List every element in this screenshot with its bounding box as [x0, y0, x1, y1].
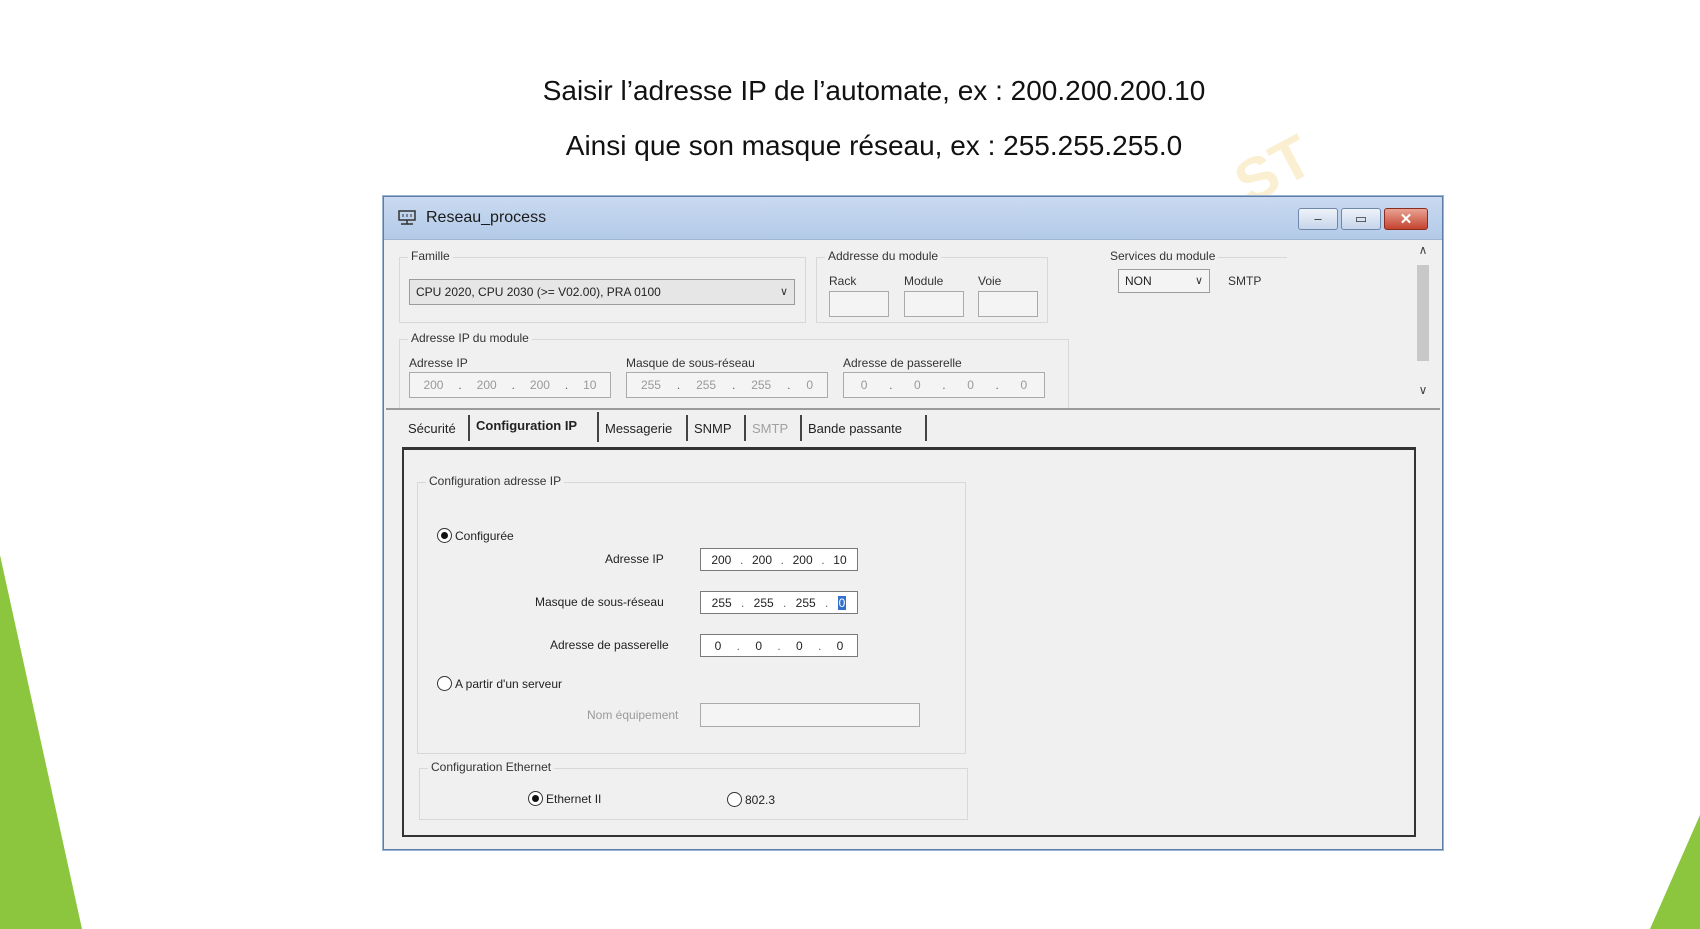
- services-select[interactable]: NON ∨: [1118, 269, 1210, 293]
- close-button[interactable]: ✕: [1384, 208, 1428, 230]
- tab-securite[interactable]: Sécurité: [402, 415, 470, 441]
- ip-octet: 200: [423, 378, 444, 392]
- module-field[interactable]: [904, 291, 964, 317]
- scroll-down-icon[interactable]: ∨: [1414, 383, 1432, 397]
- module-mask-field[interactable]: 255. 255. 255. 0: [626, 372, 828, 398]
- ip-address-label: Adresse IP: [605, 552, 664, 566]
- from-server-radio[interactable]: [437, 676, 452, 691]
- ip-octet: 200: [792, 552, 813, 567]
- close-icon: ✕: [1399, 211, 1413, 228]
- configuration-ip-panel: Configuration adresse IP Configurée Adre…: [402, 447, 1416, 837]
- ip-address-field[interactable]: 200. 200. 200. 10: [700, 548, 858, 571]
- tab-messagerie[interactable]: Messagerie: [599, 415, 688, 441]
- rack-label: Rack: [829, 274, 857, 288]
- ip-octet: 200: [711, 552, 732, 567]
- gw-octet: 0: [1020, 378, 1028, 392]
- mask-octet-selected[interactable]: 0: [837, 595, 847, 610]
- module-gateway-label: Adresse de passerelle: [843, 356, 962, 370]
- device-name-field[interactable]: [700, 703, 920, 727]
- famille-label: Famille: [408, 249, 453, 263]
- title-bar[interactable]: Reseau_process – ▭ ✕: [384, 197, 1442, 240]
- tab-configuration-ip[interactable]: Configuration IP: [470, 412, 599, 442]
- ip-octet: 200: [476, 378, 497, 392]
- ip-octet: 10: [583, 378, 597, 392]
- configured-radio[interactable]: [437, 528, 452, 543]
- module-label: Module: [904, 274, 944, 288]
- gw-octet: 0: [755, 638, 762, 653]
- window-title: Reseau_process: [426, 209, 547, 226]
- mask-octet: 255: [711, 595, 732, 610]
- ethernet-config-group: Configuration Ethernet: [419, 760, 968, 820]
- subnet-mask-field[interactable]: 255. 255. 255. 0: [700, 591, 858, 614]
- module-mask-label: Masque de sous-réseau: [626, 356, 755, 370]
- tab-smtp[interactable]: SMTP: [746, 415, 802, 441]
- mask-octet: 255: [795, 595, 816, 610]
- subnet-mask-label: Masque de sous-réseau: [535, 595, 664, 609]
- scrollbar-thumb[interactable]: [1417, 265, 1429, 361]
- ip-config-group-label: Configuration adresse IP: [426, 474, 565, 488]
- smtp-service-label: SMTP: [1228, 274, 1262, 288]
- services-label: Services du module: [1107, 249, 1219, 263]
- mask-octet: 255: [753, 595, 774, 610]
- mask-octet: 255: [696, 378, 717, 392]
- module-settings-area: Famille CPU 2020, CPU 2030 (>= V02.00), …: [394, 242, 1419, 412]
- module-gateway-field[interactable]: 0. 0. 0. 0: [843, 372, 1045, 398]
- gw-octet: 0: [860, 378, 868, 392]
- chevron-down-icon: ∨: [1194, 275, 1203, 287]
- module-ip-label: Adresse IP: [409, 356, 468, 370]
- ethernet-ii-label: Ethernet II: [546, 792, 602, 806]
- maximize-icon: ▭: [1354, 211, 1368, 226]
- mask-octet: 0: [806, 378, 813, 392]
- instruction-line-2: Ainsi que son masque réseau, ex : 255.25…: [565, 130, 1183, 161]
- rack-field[interactable]: [829, 291, 889, 317]
- mask-octet: 255: [640, 378, 661, 392]
- ethernet-config-label: Configuration Ethernet: [428, 760, 555, 774]
- ethernet-ii-radio[interactable]: [528, 791, 543, 806]
- chevron-down-icon: ∨: [779, 286, 788, 298]
- minimize-button[interactable]: –: [1298, 208, 1338, 230]
- voie-label: Voie: [978, 274, 1002, 288]
- scroll-up-icon[interactable]: ∧: [1414, 243, 1432, 257]
- network-icon: [398, 210, 416, 225]
- from-server-label: A partir d'un serveur: [455, 677, 563, 691]
- gw-octet: 0: [836, 638, 844, 653]
- voie-field[interactable]: [978, 291, 1038, 317]
- section-divider: [386, 408, 1440, 410]
- ip-octet: 200: [529, 378, 550, 392]
- ip-octet: 200: [751, 552, 772, 567]
- tab-label: SMTP: [752, 421, 789, 436]
- tab-label: Bande passante: [808, 421, 902, 436]
- module-address-label: Addresse du module: [825, 249, 942, 263]
- ip-octet: 10: [833, 552, 847, 567]
- ieee-802-3-label: 802.3: [745, 793, 776, 807]
- ieee-802-3-radio[interactable]: [727, 792, 742, 807]
- gw-octet: 0: [795, 638, 803, 653]
- famille-value: CPU 2020, CPU 2030 (>= V02.00), PRA 0100: [416, 285, 661, 299]
- configured-label: Configurée: [455, 529, 514, 543]
- tab-bande-passante[interactable]: Bande passante: [802, 415, 927, 441]
- services-value: NON: [1125, 274, 1152, 288]
- gw-octet: 0: [914, 378, 921, 392]
- gw-octet: 0: [714, 638, 722, 653]
- tab-label: Messagerie: [605, 421, 673, 436]
- tab-label: Sécurité: [408, 421, 456, 436]
- minimize-icon: –: [1314, 211, 1322, 226]
- tab-label: SNMP: [694, 421, 732, 436]
- gw-octet: 0: [967, 378, 974, 392]
- instruction-line-1: Saisir l’adresse IP de l’automate, ex : …: [542, 75, 1206, 106]
- network-config-window: Reseau_process – ▭ ✕ Famille CPU 2020, C…: [383, 196, 1443, 850]
- module-ip-group-label: Adresse IP du module: [408, 331, 532, 345]
- gateway-label: Adresse de passerelle: [550, 638, 669, 652]
- mask-octet: 255: [751, 378, 772, 392]
- module-ip-field[interactable]: 200. 200. 200. 10: [409, 372, 611, 398]
- tab-snmp[interactable]: SNMP: [688, 415, 746, 441]
- tab-label: Configuration IP: [476, 418, 578, 433]
- vertical-scrollbar[interactable]: ∧ ∨: [1414, 243, 1432, 397]
- device-name-label: Nom équipement: [587, 708, 679, 722]
- famille-select[interactable]: CPU 2020, CPU 2030 (>= V02.00), PRA 0100…: [409, 279, 795, 305]
- services-group: Services du module: [1107, 249, 1287, 263]
- gateway-field[interactable]: 0. 0. 0. 0: [700, 634, 858, 657]
- maximize-button[interactable]: ▭: [1341, 208, 1381, 230]
